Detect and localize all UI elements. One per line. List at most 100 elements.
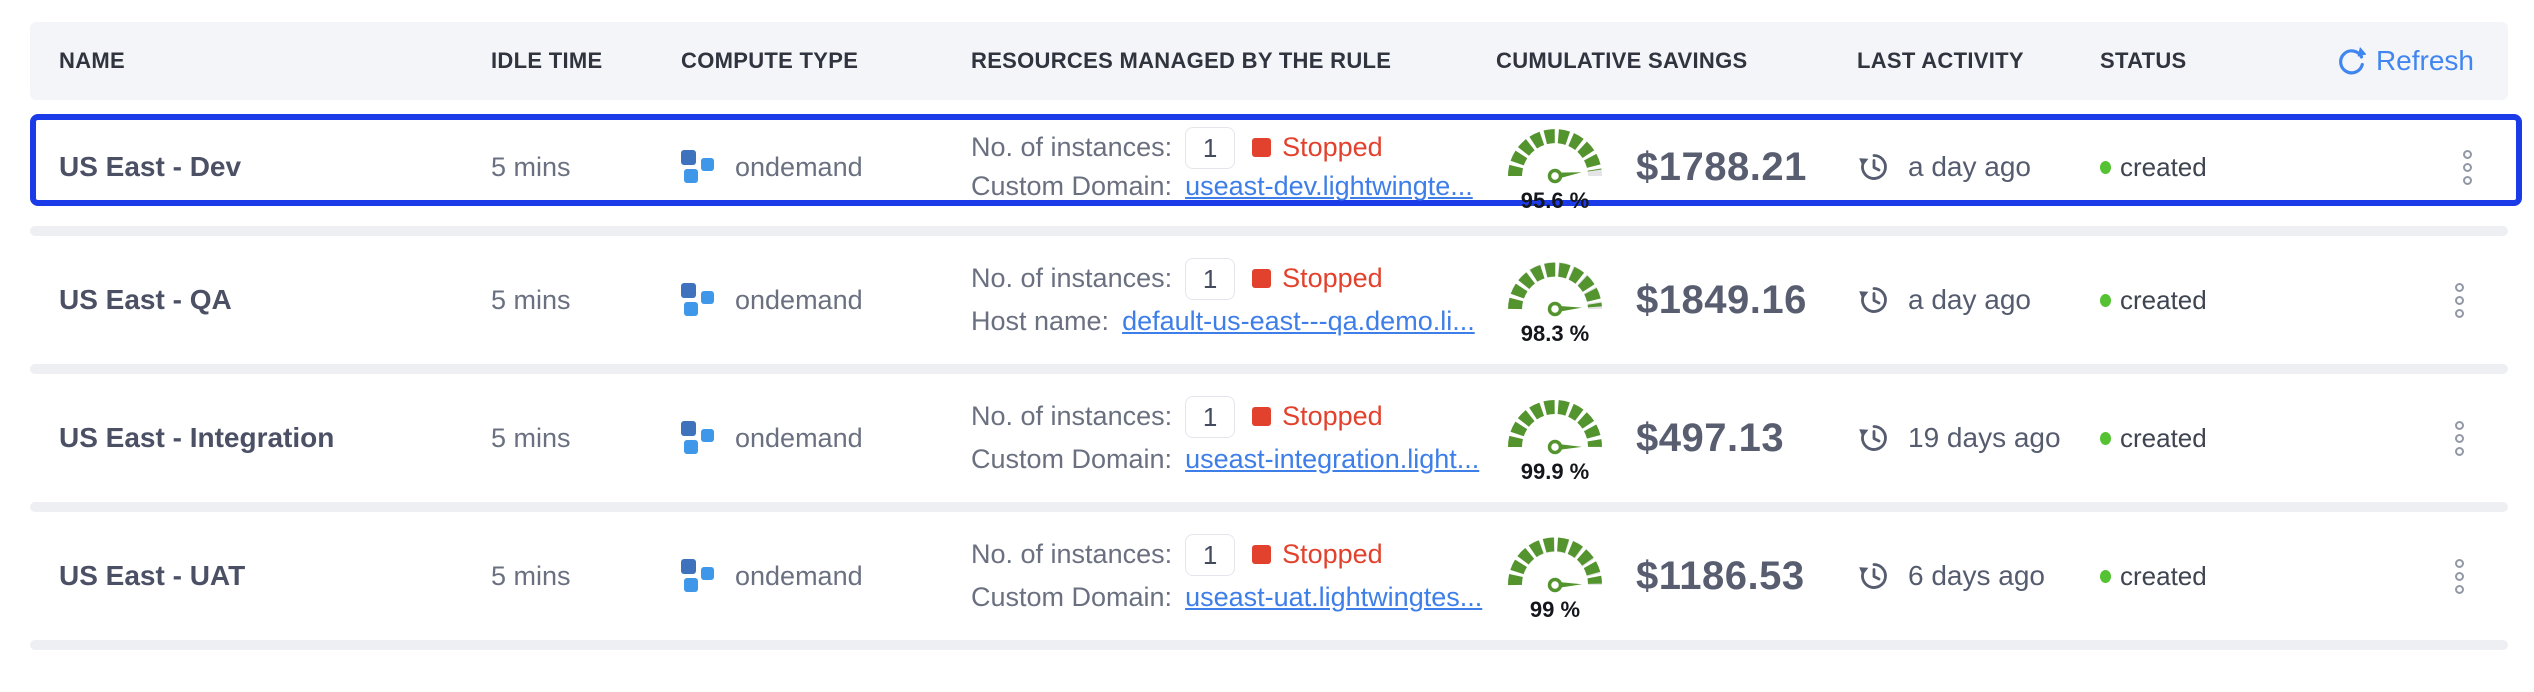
stopped-square-icon <box>1252 545 1271 564</box>
status-dot-icon <box>2100 570 2111 583</box>
cumulative-savings-cell: 95.6 % $1788.21 <box>1496 120 1857 214</box>
savings-percent-label: 99 % <box>1496 597 1614 623</box>
instance-state-label: Stopped <box>1282 132 1383 163</box>
status-label: created <box>2120 561 2207 592</box>
rule-name: US East - UAT <box>59 560 491 592</box>
rule-name: US East - Integration <box>59 422 491 454</box>
compute-type-cell: ondemand <box>681 558 971 594</box>
instance-state-label: Stopped <box>1282 263 1383 294</box>
compute-blocks-icon <box>681 282 717 318</box>
status-dot-icon <box>2100 294 2111 307</box>
status-label: created <box>2120 423 2207 454</box>
last-activity-cell: a day ago <box>1857 150 2100 184</box>
status-cell: created <box>2100 561 2331 592</box>
status-dot-icon <box>2100 161 2111 174</box>
last-activity-cell: a day ago <box>1857 283 2100 317</box>
last-activity-cell: 6 days ago <box>1857 559 2100 593</box>
history-clock-icon <box>1857 559 1891 593</box>
resource-line: Host name: default-us-east---qa.demo.li.… <box>971 300 1496 343</box>
resources-cell: No. of instances: 1 Stopped Custom Domai… <box>971 128 1496 206</box>
kebab-menu-icon[interactable] <box>2455 559 2464 594</box>
resources-cell: No. of instances: 1 Stopped Host name: d… <box>971 257 1496 343</box>
savings-gauge-block: 99.9 % <box>1496 391 1614 485</box>
row-divider <box>30 364 2508 374</box>
savings-amount: $1788.21 <box>1636 145 1807 190</box>
instances-line: No. of instances: 1 Stopped <box>971 128 1496 167</box>
history-clock-icon <box>1857 421 1891 455</box>
row-divider <box>30 640 2508 650</box>
rule-row[interactable]: US East - QA 5 mins ondemand No. of inst… <box>30 236 2508 364</box>
resource-link[interactable]: default-us-east---qa.demo.li... <box>1122 306 1475 337</box>
instances-label: No. of instances: <box>971 539 1172 570</box>
resources-cell: No. of instances: 1 Stopped Custom Domai… <box>971 395 1496 481</box>
history-clock-icon <box>1857 283 1891 317</box>
column-header-idle-time: IDLE TIME <box>491 48 681 74</box>
instances-count-box: 1 <box>1185 396 1235 438</box>
instances-label: No. of instances: <box>971 132 1172 163</box>
resource-link[interactable]: useast-integration.light... <box>1185 444 1479 475</box>
rules-list: US East - Dev 5 mins ondemand No. of ins… <box>30 114 2508 650</box>
row-divider <box>30 502 2508 512</box>
column-header-name: NAME <box>59 48 491 74</box>
refresh-label: Refresh <box>2376 45 2474 77</box>
resource-link[interactable]: useast-uat.lightwingtes... <box>1185 582 1482 613</box>
resource-line: Custom Domain: useast-dev.lightwingte... <box>971 167 1496 206</box>
last-activity-label: a day ago <box>1908 284 2031 316</box>
savings-amount: $497.13 <box>1636 416 1784 461</box>
kebab-menu-icon[interactable] <box>2455 421 2464 456</box>
compute-type-cell: ondemand <box>681 149 971 185</box>
instances-label: No. of instances: <box>971 401 1172 432</box>
resource-link[interactable]: useast-dev.lightwingte... <box>1185 171 1473 202</box>
rule-row[interactable]: US East - Integration 5 mins ondemand No… <box>30 374 2508 502</box>
row-actions <box>2331 283 2508 318</box>
last-activity-label: a day ago <box>1908 151 2031 183</box>
stopped-square-icon <box>1252 138 1271 157</box>
savings-gauge-block: 95.6 % <box>1496 120 1614 214</box>
last-activity-label: 19 days ago <box>1908 422 2061 454</box>
resource-line: Custom Domain: useast-uat.lightwingtes..… <box>971 576 1496 619</box>
resource-label: Custom Domain: <box>971 444 1172 475</box>
savings-gauge <box>1496 253 1614 321</box>
history-clock-icon <box>1857 150 1891 184</box>
resources-cell: No. of instances: 1 Stopped Custom Domai… <box>971 533 1496 619</box>
instances-count-box: 1 <box>1185 127 1235 169</box>
refresh-icon <box>2336 46 2366 76</box>
status-label: created <box>2120 285 2207 316</box>
resource-label: Custom Domain: <box>971 582 1172 613</box>
instances-count-box: 1 <box>1185 534 1235 576</box>
table-header-row: NAME IDLE TIME COMPUTE TYPE RESOURCES MA… <box>30 22 2508 100</box>
column-header-status: STATUS <box>2100 48 2331 74</box>
kebab-menu-icon[interactable] <box>2455 283 2464 318</box>
rule-row[interactable]: US East - Dev 5 mins ondemand No. of ins… <box>30 114 2522 206</box>
compute-blocks-icon <box>681 558 717 594</box>
savings-percent-label: 98.3 % <box>1496 321 1614 347</box>
instances-line: No. of instances: 1 Stopped <box>971 395 1496 438</box>
savings-amount: $1849.16 <box>1636 278 1807 323</box>
savings-gauge <box>1496 391 1614 459</box>
kebab-menu-icon[interactable] <box>2463 150 2472 185</box>
idle-time-value: 5 mins <box>491 152 681 183</box>
refresh-button[interactable]: Refresh <box>2331 45 2508 77</box>
savings-amount: $1186.53 <box>1636 554 1805 599</box>
instances-label: No. of instances: <box>971 263 1172 294</box>
cumulative-savings-cell: 99 % $1186.53 <box>1496 529 1857 623</box>
row-divider <box>30 226 2508 236</box>
resource-label: Custom Domain: <box>971 171 1172 202</box>
compute-type-cell: ondemand <box>681 282 971 318</box>
rule-row[interactable]: US East - UAT 5 mins ondemand No. of ins… <box>30 512 2508 640</box>
compute-type-cell: ondemand <box>681 420 971 456</box>
compute-blocks-icon <box>681 149 717 185</box>
savings-gauge-block: 99 % <box>1496 529 1614 623</box>
resource-line: Custom Domain: useast-integration.light.… <box>971 438 1496 481</box>
row-actions <box>2331 559 2508 594</box>
compute-type-label: ondemand <box>735 285 863 316</box>
cumulative-savings-cell: 99.9 % $497.13 <box>1496 391 1857 485</box>
compute-type-label: ondemand <box>735 152 863 183</box>
idle-time-value: 5 mins <box>491 285 681 316</box>
instance-state-label: Stopped <box>1282 401 1383 432</box>
instance-state-label: Stopped <box>1282 539 1383 570</box>
instances-count-box: 1 <box>1185 258 1235 300</box>
status-cell: created <box>2100 152 2331 183</box>
instances-line: No. of instances: 1 Stopped <box>971 257 1496 300</box>
compute-blocks-icon <box>681 420 717 456</box>
